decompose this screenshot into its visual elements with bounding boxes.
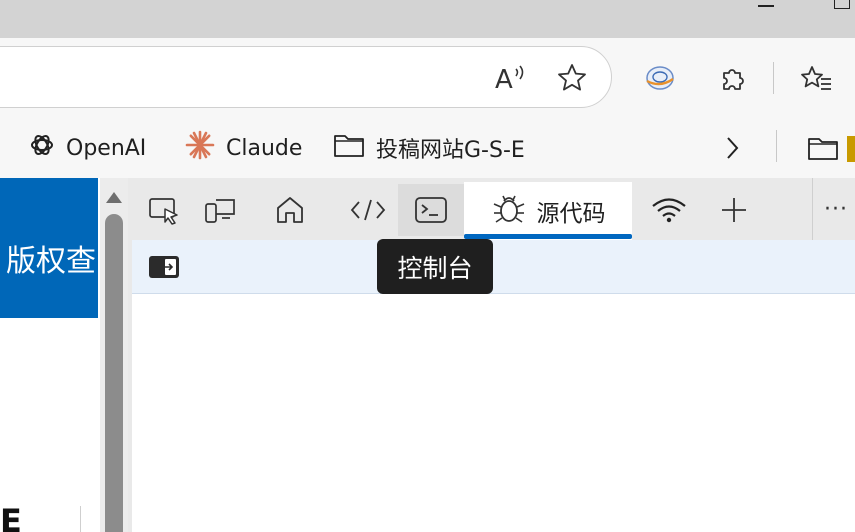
favorite-folder-gse[interactable]: 投稿网站G-S-E	[332, 128, 525, 168]
restore-button[interactable]	[828, 0, 855, 14]
claude-logo-icon	[184, 129, 216, 167]
page-text-fragment: E	[0, 502, 22, 532]
more-icon: ···	[824, 196, 848, 222]
folder-icon	[332, 130, 366, 166]
device-emulation-icon[interactable]	[198, 184, 242, 236]
tab-label: 源代码	[536, 201, 606, 227]
active-tab-indicator	[464, 234, 632, 239]
favorite-openai[interactable]: OpenAI	[28, 128, 146, 168]
minimize-button[interactable]	[752, 0, 782, 14]
tooltip-text: 控制台	[397, 253, 473, 283]
inspect-icon[interactable]	[142, 184, 186, 236]
address-bar[interactable]: A	[0, 46, 612, 108]
page-divider	[80, 506, 81, 532]
read-aloud-icon[interactable]: A	[491, 61, 531, 95]
browser-toolbar: A	[0, 38, 855, 118]
puzzle-icon[interactable]	[712, 60, 754, 98]
chevron-right-icon[interactable]	[716, 130, 748, 166]
folder-icon[interactable]	[803, 130, 843, 166]
favorites-bar: OpenAI Claude 投稿网站G-S-E	[0, 118, 855, 178]
star-icon[interactable]	[553, 61, 591, 95]
tab-sources[interactable]: 源代码	[464, 182, 632, 240]
page-banner: 版权查	[0, 178, 98, 318]
folder-label-partial[interactable]	[847, 136, 855, 162]
code-icon[interactable]	[346, 184, 390, 236]
banner-title: 版权查	[6, 244, 96, 279]
console-icon[interactable]	[398, 184, 464, 236]
bug-icon	[491, 191, 527, 231]
favorite-label: OpenAI	[66, 135, 147, 161]
home-icon[interactable]	[268, 184, 312, 236]
translate-globe-icon[interactable]	[640, 60, 680, 96]
more-options-button[interactable]: ···	[812, 178, 855, 240]
devtools-toolbar	[132, 240, 855, 294]
devtools-panel: 源代码 ···	[128, 178, 855, 532]
title-bar	[0, 0, 855, 38]
favorite-claude[interactable]: Claude	[184, 128, 302, 168]
scroll-up-arrow-icon[interactable]	[106, 192, 122, 203]
openai-logo-icon	[28, 131, 56, 165]
favorite-label: 投稿网站G-S-E	[376, 138, 525, 163]
web-page: 版权查 E	[0, 178, 100, 532]
toggle-sidebar-icon[interactable]	[144, 252, 184, 282]
favorites-separator	[776, 130, 777, 162]
scroll-thumb[interactable]	[105, 214, 123, 532]
toolbar-separator	[773, 62, 774, 94]
favorite-label: Claude	[226, 135, 303, 161]
favorites-list-icon[interactable]	[795, 60, 837, 98]
wifi-icon[interactable]	[644, 184, 694, 236]
devtools-tab-bar: 源代码 ···	[132, 178, 855, 240]
svg-text:A: A	[495, 65, 513, 93]
console-tooltip: 控制台	[377, 239, 493, 294]
plus-icon[interactable]	[712, 184, 756, 236]
page-scrollbar[interactable]	[100, 178, 128, 532]
